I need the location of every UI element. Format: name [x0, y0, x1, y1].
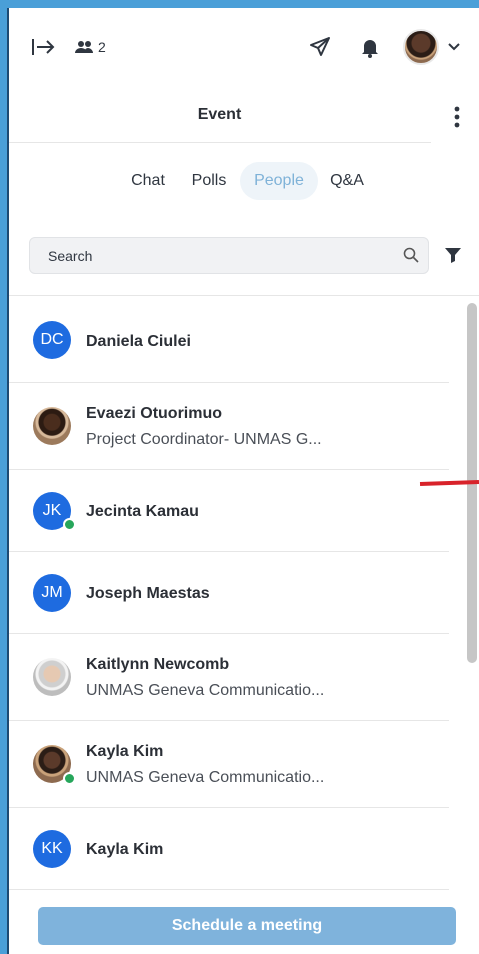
schedule-meeting-button[interactable]: Schedule a meeting — [38, 907, 456, 945]
person-name: Kayla Kim — [86, 743, 164, 760]
list-item[interactable]: DC Daniela Ciulei — [9, 296, 449, 383]
person-name: Evaezi Otuorimuo — [86, 405, 223, 422]
list-item[interactable]: KK Kayla Kim — [9, 808, 449, 890]
avatar — [33, 658, 71, 696]
avatar — [33, 407, 71, 445]
person-name: Daniela Ciulei — [86, 333, 191, 350]
person-name: Kaitlynn Newcomb — [86, 656, 230, 673]
tab-people[interactable]: People — [240, 162, 318, 200]
people-list: DC Daniela Ciulei Evaezi Otuorimuo Proje… — [9, 296, 455, 916]
tab-bar: Chat Polls People Q&A — [7, 162, 479, 200]
title-row: Event — [7, 92, 479, 144]
divider — [9, 142, 431, 143]
user-avatar[interactable] — [403, 29, 439, 65]
people-icon — [73, 38, 95, 56]
person-name: Joseph Maestas — [86, 585, 210, 602]
person-name: Jecinta Kamau — [86, 503, 199, 520]
list-item[interactable]: Kaitlynn Newcomb UNMAS Geneva Communicat… — [9, 634, 449, 721]
avatar: KK — [33, 830, 71, 868]
send-icon[interactable] — [308, 35, 332, 59]
tab-polls[interactable]: Polls — [185, 162, 233, 200]
bell-icon[interactable] — [358, 35, 382, 59]
list-item[interactable]: JM Joseph Maestas — [9, 552, 449, 634]
list-item[interactable]: Evaezi Otuorimuo Project Coordinator- UN… — [9, 383, 449, 470]
panel-title: Event — [197, 106, 242, 123]
avatar: DC — [33, 321, 71, 359]
tab-qa[interactable]: Q&A — [325, 162, 369, 200]
search-icon[interactable] — [402, 246, 420, 264]
avatar: JM — [33, 574, 71, 612]
online-indicator — [63, 772, 76, 785]
person-subtitle: Project Coordinator- UNMAS G... — [86, 431, 322, 448]
exit-icon[interactable] — [31, 36, 57, 58]
person-name: Kayla Kim — [86, 841, 164, 858]
search-input[interactable] — [40, 238, 396, 273]
person-subtitle: UNMAS Geneva Communicatio... — [86, 769, 325, 786]
more-vertical-icon[interactable] — [447, 104, 467, 130]
list-item[interactable]: JK Jecinta Kamau — [9, 470, 449, 552]
app-panel: 2 Event Chat Polls People Q&A Search DC … — [7, 8, 479, 954]
filter-icon[interactable] — [443, 246, 463, 264]
footer: Schedule a meeting — [9, 896, 479, 954]
search-box — [29, 237, 429, 274]
list-item[interactable]: Kayla Kim UNMAS Geneva Communicatio... — [9, 721, 449, 808]
online-indicator — [63, 518, 76, 531]
participant-count: 2 — [98, 39, 106, 55]
top-bar: 2 — [7, 8, 479, 88]
person-subtitle: UNMAS Geneva Communicatio... — [86, 682, 325, 699]
chevron-down-icon[interactable] — [447, 41, 461, 53]
tab-chat[interactable]: Chat — [123, 162, 173, 200]
